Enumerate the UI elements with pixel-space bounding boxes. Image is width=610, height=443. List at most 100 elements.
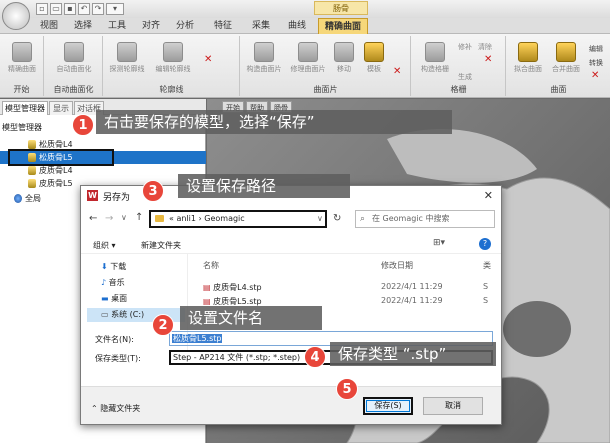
callout-3: 设置保存路径 — [178, 174, 350, 198]
construct-patches-button[interactable]: 构造曲面片 — [243, 42, 285, 74]
breadcrumb-geomagic[interactable]: Geomagic — [204, 214, 244, 223]
fit-surface-icon — [518, 42, 538, 62]
edit-contours-button[interactable]: 编辑轮廓线 — [152, 42, 194, 74]
group-grids: 构造格栅 修补 清除 生成 ✕ 格栅 — [412, 36, 506, 96]
file-type: S — [483, 282, 489, 291]
delete-icon[interactable]: ✕ — [484, 54, 492, 65]
nav-item-music[interactable]: ♪ 音乐 — [101, 276, 125, 290]
move-button[interactable]: 移动 — [329, 42, 359, 74]
folder-icon — [155, 215, 164, 222]
repair-patches-button[interactable]: 修理曲面片 — [287, 42, 329, 74]
exact-surface-button[interactable]: 精确曲面 — [1, 42, 43, 74]
close-icon[interactable]: ✕ — [484, 189, 493, 202]
open-icon[interactable]: ▭ — [50, 3, 62, 15]
new-folder-button[interactable]: 新建文件夹 — [141, 240, 181, 251]
step-badge-5: 5 — [336, 378, 358, 400]
hide-folders-toggle[interactable]: ⌃ 隐藏文件夹 — [91, 403, 140, 414]
group-label: 曲面 — [550, 85, 567, 94]
tab-features[interactable]: 特征 — [206, 18, 240, 34]
breadcrumb-anli1[interactable]: anli1 — [176, 214, 196, 223]
forward-icon[interactable]: → — [105, 213, 113, 224]
filename-label: 文件名(N): — [95, 335, 134, 344]
construct-patches-icon — [254, 42, 274, 62]
repair-patches-icon — [298, 42, 318, 62]
chevron-up-icon: ⌃ — [91, 404, 101, 413]
save-icon[interactable]: ▪ — [64, 3, 76, 15]
tab-capture[interactable]: 采集 — [244, 18, 278, 34]
callout-2: 设置文件名 — [180, 306, 322, 330]
clear-label[interactable]: 清除 — [478, 42, 492, 52]
detect-contours-icon — [117, 42, 137, 62]
help-icon[interactable]: ? — [479, 238, 491, 250]
drive-icon: ▭ — [101, 310, 112, 319]
auto-surface-button[interactable]: 自动曲面化 — [53, 42, 95, 74]
delete-icon[interactable]: ✕ — [204, 54, 212, 65]
organize-button[interactable]: 组织 ▾ — [93, 240, 116, 251]
column-type[interactable]: 类 — [483, 260, 491, 271]
delete-icon[interactable]: ✕ — [393, 66, 401, 77]
callout-1: 右击要保存的模型，选择“保存” — [96, 110, 452, 134]
chevron-down-icon[interactable]: ∨ — [317, 214, 323, 223]
tab-display[interactable]: 显示 — [49, 101, 73, 115]
group-label: 自动曲面化 — [53, 85, 94, 94]
auto-surface-icon — [64, 42, 84, 62]
context-tab-label: 肠骨 — [314, 1, 368, 15]
model-icon — [28, 140, 36, 149]
convert-label[interactable]: 转换 — [589, 58, 603, 68]
column-name[interactable]: 名称 — [203, 260, 219, 271]
new-icon[interactable]: ▫ — [36, 3, 48, 15]
generate-label[interactable]: 生成 — [458, 72, 472, 82]
callout-4: 保存类型 “.stp” — [330, 342, 496, 366]
tab-analysis[interactable]: 分析 — [168, 18, 202, 34]
merge-surface-icon — [556, 42, 576, 62]
panel-title: 模型管理器 — [2, 123, 42, 132]
column-date[interactable]: 修改日期 — [381, 260, 413, 271]
recent-dropdown-icon[interactable]: ∨ — [121, 213, 127, 222]
nav-item-downloads[interactable]: ⬇ 下载 — [101, 260, 126, 274]
nav-item-desktop[interactable]: ▬ 桌面 — [101, 292, 127, 306]
undo-icon[interactable]: ↶ — [78, 3, 90, 15]
delete-icon[interactable]: ✕ — [591, 70, 599, 81]
construct-grids-button[interactable]: 构造格栅 — [414, 42, 456, 74]
save-button[interactable]: 保存(S) — [363, 397, 413, 415]
file-row[interactable]: ▤ 皮质骨L4.stp — [203, 282, 262, 293]
model-icon — [28, 179, 36, 188]
up-icon[interactable]: ↑ — [135, 212, 143, 223]
detect-contours-button[interactable]: 探测轮廓线 — [106, 42, 148, 74]
tab-select[interactable]: 选择 — [66, 18, 100, 34]
construct-grids-icon — [425, 42, 445, 62]
redo-icon[interactable]: ↷ — [92, 3, 104, 15]
group-patches: 构造曲面片 修理曲面片 移动 模板 ✕ 曲面片 — [241, 36, 411, 96]
stp-file-icon: ▤ — [203, 283, 214, 292]
quick-access-dropdown[interactable]: ▾ — [106, 3, 124, 15]
search-input[interactable]: ⌕ 在 Geomagic 中搜索 — [355, 210, 495, 228]
repair-label[interactable]: 修补 — [458, 42, 472, 52]
template-icon — [364, 42, 384, 62]
tab-model-manager[interactable]: 模型管理器 — [2, 101, 48, 115]
save-as-dialog: W 另存为 ✕ ← → ∨ ↑ « anli1 › Geomagic ∨ ↻ ⌕… — [80, 185, 502, 425]
step-badge-2: 2 — [152, 314, 174, 336]
search-icon: ⌕ — [360, 214, 366, 224]
group-label: 曲面片 — [313, 85, 338, 94]
group-surfaces: 拟合曲面 合并曲面 编辑 转换 ✕ 曲面 — [507, 36, 610, 96]
tab-tools[interactable]: 工具 — [100, 18, 134, 34]
cancel-button[interactable]: 取消 — [423, 397, 483, 415]
tab-view[interactable]: 视图 — [32, 18, 66, 34]
address-bar[interactable]: « anli1 › Geomagic — [149, 210, 327, 228]
group-start: 精确曲面 开始 — [0, 36, 44, 96]
back-icon[interactable]: ← — [89, 213, 97, 224]
tab-exact-surfaces[interactable]: 精确曲面 — [318, 18, 368, 34]
tree-item[interactable]: 皮质骨L4 — [0, 164, 206, 177]
app-menu-button[interactable] — [2, 2, 30, 30]
tab-align[interactable]: 对齐 — [134, 18, 168, 34]
view-options-icon[interactable]: ⊞▾ — [433, 238, 445, 248]
template-button[interactable]: 模板 — [359, 42, 389, 74]
edit-label[interactable]: 编辑 — [589, 44, 603, 54]
refresh-icon[interactable]: ↻ — [333, 213, 341, 224]
fit-surface-button[interactable]: 拟合曲面 — [507, 42, 549, 74]
group-label: 开始 — [13, 85, 30, 94]
tab-curves[interactable]: 曲线 — [280, 18, 314, 34]
merge-surface-button[interactable]: 合并曲面 — [545, 42, 587, 74]
dialog-title: 另存为 — [103, 193, 131, 203]
group-auto-surface: 自动曲面化 自动曲面化 — [45, 36, 103, 96]
